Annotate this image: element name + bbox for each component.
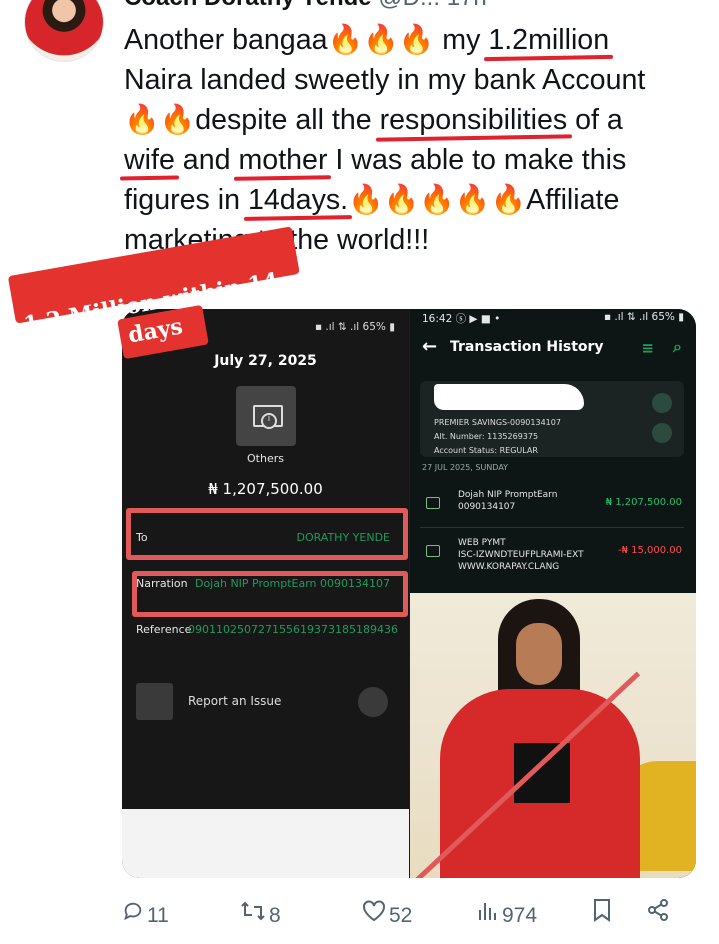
underlined-phrase: responsibilities	[379, 104, 568, 136]
like-count: 52	[389, 904, 413, 927]
author-row[interactable]: Coach Dorathy Yende @D... 17h	[124, 0, 487, 10]
views-icon	[477, 898, 499, 934]
repost-count: 8	[269, 904, 281, 927]
account-name: N	[434, 389, 450, 410]
transaction-desc-line: Dojah NIP PromptEarn	[458, 490, 558, 500]
reply-icon	[122, 898, 144, 934]
underlined-phrase: 1.2million	[488, 24, 610, 56]
post-age: 17h	[447, 0, 487, 10]
author-handle: @D...	[378, 0, 440, 10]
transaction-icon	[426, 545, 440, 557]
receipt-amount: ₦ 1,207,500.00	[208, 480, 323, 498]
repost-icon	[240, 898, 266, 934]
report-icon	[136, 683, 173, 720]
status-icons: ▪ .ıl ⇅ .ıl 65% ▮	[603, 311, 684, 323]
transaction-description: Dojah NIP PromptEarn 0090134107	[458, 489, 557, 513]
report-issue-row: Report an Issue	[136, 683, 398, 721]
views-button[interactable]: 974	[477, 898, 537, 934]
author-name[interactable]: Coach Dorathy Yende	[124, 0, 372, 10]
reply-button[interactable]: 11	[122, 898, 169, 934]
face	[516, 623, 562, 685]
action-bar: 11 8 52 974	[122, 898, 696, 934]
bookmark-icon	[592, 898, 612, 934]
account-type: PREMIER SAVINGS-0090134107	[434, 418, 561, 427]
search-icon: ⌕	[673, 337, 682, 356]
receipt-category-icon	[236, 386, 296, 446]
underlined-phrase: wife	[124, 144, 175, 176]
tweet-text-segment: of a	[567, 104, 623, 136]
tweet-media[interactable]: ▪ .ıl ⇅ .ıl 65% ▮ July 27, 2025 Others ₦…	[122, 309, 696, 878]
highlight-box-narration	[132, 571, 408, 617]
heart-icon	[362, 898, 386, 934]
transaction-description: WEB PYMT ISC-IZWNDTEUFPLRAMI-EXT WWW.KOR…	[458, 537, 584, 573]
tweet-text-segment: figures in	[124, 184, 248, 216]
account-status: Account Status: REGULAR	[434, 446, 538, 455]
transaction-history-screenshot: 16:42 ⓢ ▶ ■ • ▪ .ıl ⇅ .ıl 65% ▮ ← Transa…	[410, 309, 696, 878]
tweet-text-segment: I was able to make this	[327, 144, 627, 176]
transaction-icon	[426, 497, 440, 509]
portrait-photo	[410, 593, 696, 878]
reply-count: 11	[147, 904, 169, 927]
divider	[420, 527, 684, 528]
account-card: N PREMIER SAVINGS-0090134107 Alt. Number…	[420, 381, 684, 457]
history-date-header: 27 JUL 2025, SUNDAY	[422, 463, 509, 472]
report-issue-label: Report an Issue	[188, 694, 282, 708]
status-bar-right: 16:42 ⓢ ▶ ■ • ▪ .ıl ⇅ .ıl 65% ▮	[422, 311, 684, 326]
highlight-box-to	[126, 508, 408, 560]
tweet-line: wife and mother I was able to make this	[124, 140, 704, 180]
transaction-row: WEB PYMT ISC-IZWNDTEUFPLRAMI-EXT WWW.KOR…	[420, 537, 684, 577]
tweet-text-segment: 🔥🔥🔥🔥🔥Affiliate	[348, 184, 620, 216]
tweet-line: 🔥🔥despite all the responsibilities of a	[124, 100, 704, 140]
tweet-text-segment: 🔥🔥despite all the	[124, 104, 380, 136]
transaction-desc-line: ISC-IZWNDTEUFPLRAMI-EXT	[458, 550, 584, 560]
author-avatar[interactable]	[24, 0, 104, 62]
transaction-desc-line: 0090134107	[458, 502, 516, 512]
history-title: Transaction History	[450, 339, 604, 355]
redaction-scribble	[434, 384, 584, 410]
repost-button[interactable]: 8	[240, 898, 281, 934]
receipt-bottom-strip	[122, 809, 409, 878]
like-button[interactable]: 52	[362, 898, 412, 934]
receipt-reference-value: 090110250727155619373185189436	[188, 623, 398, 636]
receipt-screenshot: ▪ .ıl ⇅ .ıl 65% ▮ July 27, 2025 Others ₦…	[122, 309, 409, 809]
tweet-line: figures in 14days.🔥🔥🔥🔥🔥Affiliate	[124, 180, 704, 220]
overlay-label: 1.2 Million within 14 days	[7, 226, 302, 360]
tweet-text-segment: Another bangaa🔥🔥🔥 my	[124, 24, 489, 56]
filter-icon: ≡	[641, 339, 654, 357]
tweet-line: Naira landed sweetly in my bank Account	[124, 60, 704, 100]
transaction-amount: ₦ 1,207,500.00	[605, 497, 682, 508]
transaction-row: Dojah NIP PromptEarn 0090134107 ₦ 1,207,…	[420, 489, 684, 529]
back-arrow-icon: ←	[422, 336, 438, 357]
history-topbar: ← Transaction History ≡ ⌕	[422, 337, 684, 361]
transaction-desc-line: WWW.KORAPAY.CLANG	[458, 562, 560, 572]
receipt-reference-row: Reference 090110250727155619373185189436	[136, 623, 398, 636]
tweet-text-segment: Naira landed sweetly in my bank Account	[124, 64, 646, 96]
report-arrow-icon	[358, 687, 388, 717]
receipt-reference-label: Reference	[136, 623, 192, 636]
tweet-text: Another bangaa🔥🔥🔥 my 1.2million Naira lan…	[124, 20, 704, 260]
visibility-icon	[652, 393, 672, 413]
status-bar: ▪ .ıl ⇅ .ıl 65% ▮	[314, 321, 395, 333]
account-alt-number: Alt. Number: 1135269375	[434, 432, 539, 441]
tweet-text-segment: and	[174, 144, 239, 176]
share-icon	[646, 898, 670, 934]
more-options-icon[interactable]: ⋯	[667, 0, 693, 6]
share-button[interactable]	[646, 898, 673, 934]
tweet-line: Another bangaa🔥🔥🔥 my 1.2million	[124, 20, 704, 60]
views-count: 974	[502, 904, 538, 927]
receipt-category: Others	[247, 452, 284, 465]
transaction-amount: -₦ 15,000.00	[617, 545, 682, 556]
bookmark-button[interactable]	[592, 898, 615, 934]
underlined-phrase: 14days.	[247, 184, 349, 216]
refresh-icon	[652, 423, 672, 443]
underlined-phrase: mother	[238, 144, 328, 176]
receipt-date: July 27, 2025	[214, 353, 317, 369]
status-time: 16:42 ⓢ ▶ ■ •	[422, 313, 501, 325]
black-top	[514, 743, 570, 803]
transaction-desc-line: WEB PYMT	[458, 538, 506, 548]
